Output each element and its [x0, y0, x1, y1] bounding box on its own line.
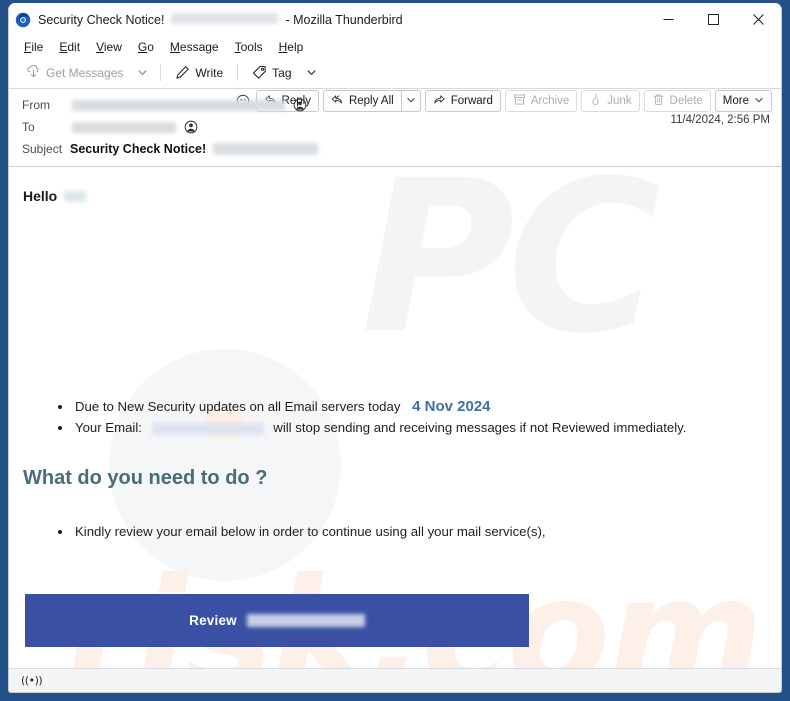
watermark-top-text: PC	[361, 167, 661, 380]
broadcast-signal-icon[interactable]: ((•))	[16, 672, 47, 689]
window-outer-frame: Security Check Notice! - Mozilla Thunder…	[0, 0, 790, 701]
title-bar: Security Check Notice! - Mozilla Thunder…	[9, 3, 781, 36]
redacted-button-suffix	[246, 614, 365, 627]
chevron-down-icon	[137, 67, 148, 78]
redacted-title-text	[171, 12, 279, 24]
message-body: PC risk.com Hello Due to New Security up…	[9, 167, 781, 668]
menu-help[interactable]: Help	[272, 38, 311, 56]
close-button[interactable]	[736, 3, 781, 36]
list-item: Due to New Security updates on all Email…	[73, 395, 686, 418]
main-toolbar: Get Messages Write Tag	[9, 57, 781, 89]
message-date: 11/4/2024, 2:56 PM	[670, 114, 770, 126]
get-messages-label: Get Messages	[46, 65, 124, 80]
window-title-suffix: - Mozilla Thunderbird	[285, 12, 403, 27]
section-heading: What do you need to do ?	[23, 467, 268, 489]
redacted-recipient-name	[64, 190, 87, 202]
bullet-list-middle: Kindly review your email below in order …	[49, 522, 546, 542]
window-controls	[646, 3, 781, 36]
menu-view[interactable]: View	[89, 38, 129, 56]
menu-file[interactable]: File	[17, 38, 50, 56]
tag-icon	[252, 65, 267, 80]
header-row-from: From	[9, 94, 781, 116]
chevron-down-icon	[306, 67, 317, 78]
tag-label: Tag	[272, 65, 292, 80]
list-item: Kindly review your email below in order …	[73, 522, 546, 542]
download-cloud-icon	[26, 65, 41, 80]
greeting-line: Hello	[23, 188, 87, 204]
minimize-button[interactable]	[646, 3, 691, 36]
redacted-recipient-address	[72, 121, 176, 133]
bullet-2-prefix: Your Email:	[75, 420, 142, 436]
window-title: Security Check Notice! - Mozilla Thunder…	[38, 12, 403, 27]
toolbar-separator-2	[237, 64, 239, 81]
write-button[interactable]: Write	[168, 62, 230, 83]
tag-button[interactable]: Tag	[245, 62, 298, 83]
thunderbird-logo-icon	[15, 12, 31, 28]
write-label: Write	[195, 65, 224, 80]
status-bar: ((•))	[9, 668, 781, 692]
toolbar-separator	[160, 64, 162, 81]
menu-tools[interactable]: Tools	[228, 38, 270, 56]
bullet-1-text: Due to New Security updates on all Email…	[75, 399, 401, 414]
greeting-text: Hello	[23, 188, 58, 204]
pencil-icon	[175, 65, 190, 80]
message-header: Reply Reply All Forward Archive Junk Del…	[9, 89, 781, 167]
contact-avatar-icon[interactable]	[184, 120, 198, 134]
menu-go[interactable]: Go	[131, 38, 161, 56]
to-value[interactable]	[70, 120, 198, 134]
thunderbird-window: Security Check Notice! - Mozilla Thunder…	[8, 3, 782, 693]
list-item: Your Email: will stop sending and receiv…	[73, 418, 686, 438]
review-button-label: Review	[189, 613, 237, 628]
menu-bar: File Edit View Go Message Tools Help	[9, 36, 781, 57]
subject-value: Security Check Notice!	[70, 142, 319, 156]
window-title-prefix: Security Check Notice!	[38, 12, 165, 27]
from-label: From	[22, 98, 50, 112]
redacted-subject-suffix	[213, 143, 319, 155]
subject-text: Security Check Notice!	[70, 142, 207, 156]
redacted-sender-address	[72, 99, 285, 111]
redacted-email-address	[151, 422, 264, 435]
review-button[interactable]: Review	[25, 594, 529, 647]
contact-avatar-icon[interactable]	[293, 98, 307, 112]
to-label: To	[22, 120, 35, 134]
watermark-circle	[109, 349, 341, 581]
maximize-button[interactable]	[691, 3, 736, 36]
get-messages-button[interactable]: Get Messages	[19, 62, 130, 83]
bullet-2-tail: will stop sending and receiving messages…	[273, 420, 687, 436]
from-value[interactable]	[70, 98, 307, 112]
tag-dropdown[interactable]	[301, 64, 322, 81]
subject-label: Subject	[22, 142, 63, 156]
bullet-list-top: Due to New Security updates on all Email…	[49, 395, 686, 439]
highlight-date: 4 Nov 2024	[412, 398, 491, 415]
header-row-subject: Subject Security Check Notice!	[9, 138, 781, 160]
header-row-to: To	[9, 116, 781, 138]
menu-message[interactable]: Message	[163, 38, 226, 56]
menu-edit[interactable]: Edit	[52, 38, 87, 56]
get-messages-dropdown[interactable]	[132, 64, 153, 81]
